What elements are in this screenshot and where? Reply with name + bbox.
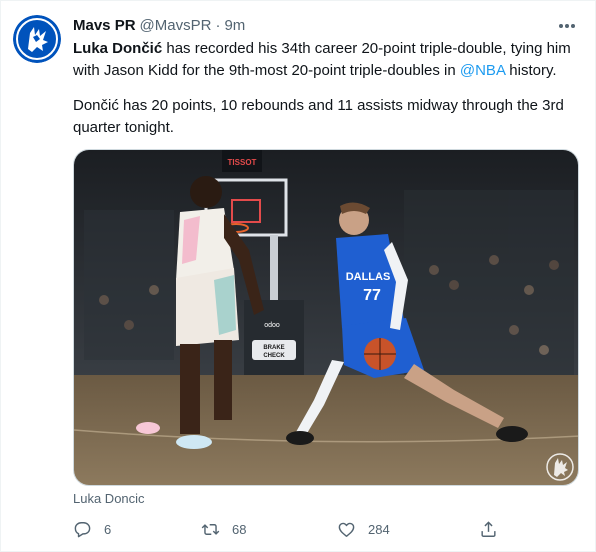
media-caption: Luka Doncic [73, 491, 145, 506]
retweet-count: 68 [232, 521, 247, 537]
scoreboard-text: TISSOT [228, 158, 257, 167]
player-name: Luka Dončić [73, 40, 163, 57]
author-name[interactable]: Mavs PR [73, 17, 136, 34]
tweet-paragraph-1: Luka Dončić has recorded his 34th career… [73, 38, 583, 82]
action-bar: 6 68 284 [73, 518, 513, 540]
reply-count: 6 [104, 521, 112, 537]
reply-button[interactable]: 6 [73, 518, 111, 540]
tweet-paragraph-2: Dončić has 20 points, 10 rebounds and 11… [73, 97, 564, 136]
sign-line-1: BRAKE [263, 345, 284, 351]
mavs-logo-icon [13, 15, 61, 63]
retweet-icon [201, 523, 220, 535]
author-handle[interactable]: @MavsPR [140, 17, 212, 34]
tweet-text: Luka Dončić has recorded his 34th career… [73, 38, 583, 139]
jersey-number: 77 [363, 287, 381, 304]
mention-link[interactable]: @NBA [460, 62, 505, 79]
tweet-card[interactable]: Mavs PR @MavsPR · 9m Luka Dončić has rec… [0, 0, 596, 552]
sign-line-2: CHECK [263, 353, 285, 359]
heart-icon [338, 522, 355, 537]
retweet-button[interactable]: 68 [201, 518, 246, 540]
like-button[interactable]: 284 [337, 518, 390, 540]
timestamp[interactable]: 9m [224, 17, 245, 34]
like-count: 284 [368, 521, 390, 537]
tweet-header: Mavs PR @MavsPR · 9m [73, 15, 583, 35]
ad-text: odoo [264, 322, 280, 329]
tweet-text-end: history. [505, 62, 557, 79]
jersey-text: DALLAS [346, 271, 391, 283]
share-icon [481, 520, 496, 537]
reply-icon [74, 521, 91, 537]
separator-dot: · [215, 16, 221, 34]
share-button[interactable] [479, 518, 498, 540]
tweet-photo[interactable]: TISSOT odoo BRAKE CHECK DALLAS 77 [73, 149, 579, 486]
avatar[interactable] [13, 15, 61, 63]
more-dots-icon[interactable] [557, 17, 577, 35]
